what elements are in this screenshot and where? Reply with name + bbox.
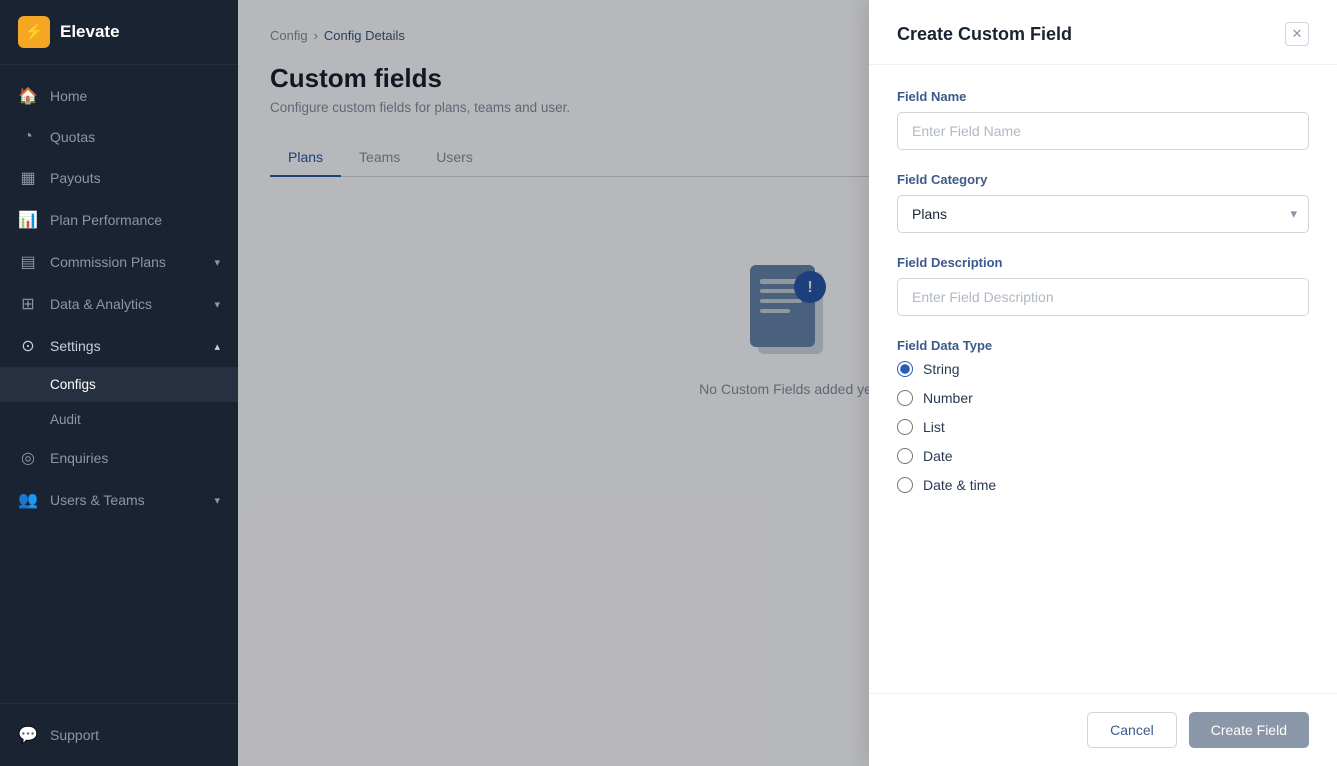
field-name-group: Field Name — [897, 89, 1309, 150]
sidebar-item-settings-label: Settings — [50, 338, 101, 354]
radio-list-label: List — [923, 419, 945, 435]
plan-performance-icon: 📊 — [18, 210, 38, 230]
data-type-radio-group: String Number List Date — [897, 361, 1309, 493]
sidebar-item-plan-performance-label: Plan Performance — [50, 212, 162, 228]
sidebar-item-enquiries[interactable]: ◎ Enquiries — [0, 437, 238, 479]
radio-string[interactable]: String — [897, 361, 1309, 377]
panel-body: Field Name Field Category Plans Teams Us… — [869, 65, 1337, 693]
sidebar-item-payouts[interactable]: ▦ Payouts — [0, 157, 238, 199]
radio-date-input[interactable] — [897, 448, 913, 464]
radio-string-label: String — [923, 361, 960, 377]
sidebar: ⚡ Elevate 🏠 Home ◔ Quotas ▦ Payouts 📊 Pl… — [0, 0, 238, 766]
panel-header: Create Custom Field ✕ — [869, 0, 1337, 65]
sidebar-item-configs[interactable]: Configs — [0, 367, 238, 402]
home-icon: 🏠 — [18, 86, 38, 106]
sidebar-footer: 💬 Support — [0, 703, 238, 766]
chevron-down-icon: ▾ — [214, 494, 220, 507]
field-description-input[interactable] — [897, 278, 1309, 316]
sidebar-item-data-analytics-label: Data & Analytics — [50, 296, 152, 312]
radio-list-input[interactable] — [897, 419, 913, 435]
support-icon: 💬 — [18, 725, 38, 745]
sidebar-item-users-teams[interactable]: 👥 Users & Teams ▾ — [0, 479, 238, 521]
settings-icon: ⊙ — [18, 336, 38, 356]
field-data-type-group: Field Data Type String Number List — [897, 338, 1309, 493]
sidebar-item-audit[interactable]: Audit — [0, 402, 238, 437]
radio-string-input[interactable] — [897, 361, 913, 377]
sidebar-item-commission-plans[interactable]: ▤ Commission Plans ▾ — [0, 241, 238, 283]
sidebar-item-settings[interactable]: ⊙ Settings ▴ — [0, 325, 238, 367]
field-name-input[interactable] — [897, 112, 1309, 150]
radio-list[interactable]: List — [897, 419, 1309, 435]
app-name: Elevate — [60, 22, 120, 42]
chevron-up-icon: ▴ — [214, 340, 220, 353]
sidebar-item-enquiries-label: Enquiries — [50, 450, 108, 466]
sidebar-item-users-teams-label: Users & Teams — [50, 492, 145, 508]
payouts-icon: ▦ — [18, 168, 38, 188]
panel-footer: Cancel Create Field — [869, 693, 1337, 766]
cancel-button[interactable]: Cancel — [1087, 712, 1177, 748]
data-analytics-icon: ⊞ — [18, 294, 38, 314]
radio-date-time-input[interactable] — [897, 477, 913, 493]
sidebar-item-commission-plans-label: Commission Plans — [50, 254, 166, 270]
sidebar-item-data-analytics[interactable]: ⊞ Data & Analytics ▾ — [0, 283, 238, 325]
panel-title: Create Custom Field — [897, 24, 1072, 45]
sidebar-nav: 🏠 Home ◔ Quotas ▦ Payouts 📊 Plan Perform… — [0, 65, 238, 703]
radio-date[interactable]: Date — [897, 448, 1309, 464]
create-field-button[interactable]: Create Field — [1189, 712, 1309, 748]
field-category-select-wrap: Plans Teams Users ▾ — [897, 195, 1309, 233]
create-custom-field-panel: Create Custom Field ✕ Field Name Field C… — [869, 0, 1337, 766]
field-description-group: Field Description — [897, 255, 1309, 316]
sidebar-item-plan-performance[interactable]: 📊 Plan Performance — [0, 199, 238, 241]
sidebar-item-configs-label: Configs — [50, 377, 96, 392]
app-logo-icon: ⚡ — [18, 16, 50, 48]
radio-date-label: Date — [923, 448, 953, 464]
sidebar-item-payouts-label: Payouts — [50, 170, 101, 186]
radio-number-label: Number — [923, 390, 973, 406]
sidebar-item-quotas[interactable]: ◔ Quotas — [0, 117, 238, 157]
field-category-label: Field Category — [897, 172, 1309, 187]
field-category-select[interactable]: Plans Teams Users — [897, 195, 1309, 233]
chevron-down-icon: ▾ — [214, 256, 220, 269]
chevron-down-icon: ▾ — [214, 298, 220, 311]
sidebar-item-audit-label: Audit — [50, 412, 81, 427]
radio-date-time[interactable]: Date & time — [897, 477, 1309, 493]
radio-number[interactable]: Number — [897, 390, 1309, 406]
sidebar-item-support[interactable]: 💬 Support — [0, 714, 238, 756]
field-name-label: Field Name — [897, 89, 1309, 104]
radio-number-input[interactable] — [897, 390, 913, 406]
field-category-group: Field Category Plans Teams Users ▾ — [897, 172, 1309, 233]
settings-submenu: Configs Audit — [0, 367, 238, 437]
sidebar-header: ⚡ Elevate — [0, 0, 238, 65]
users-teams-icon: 👥 — [18, 490, 38, 510]
radio-date-time-label: Date & time — [923, 477, 996, 493]
field-data-type-label: Field Data Type — [897, 338, 1309, 353]
sidebar-item-support-label: Support — [50, 727, 99, 743]
commission-plans-icon: ▤ — [18, 252, 38, 272]
panel-close-button[interactable]: ✕ — [1285, 22, 1309, 46]
field-description-label: Field Description — [897, 255, 1309, 270]
sidebar-item-quotas-label: Quotas — [50, 129, 95, 145]
quotas-icon: ◔ — [18, 128, 38, 146]
sidebar-item-home[interactable]: 🏠 Home — [0, 75, 238, 117]
sidebar-item-home-label: Home — [50, 88, 87, 104]
main-area: Config › Config Details Custom fields Co… — [238, 0, 1337, 766]
enquiries-icon: ◎ — [18, 448, 38, 468]
